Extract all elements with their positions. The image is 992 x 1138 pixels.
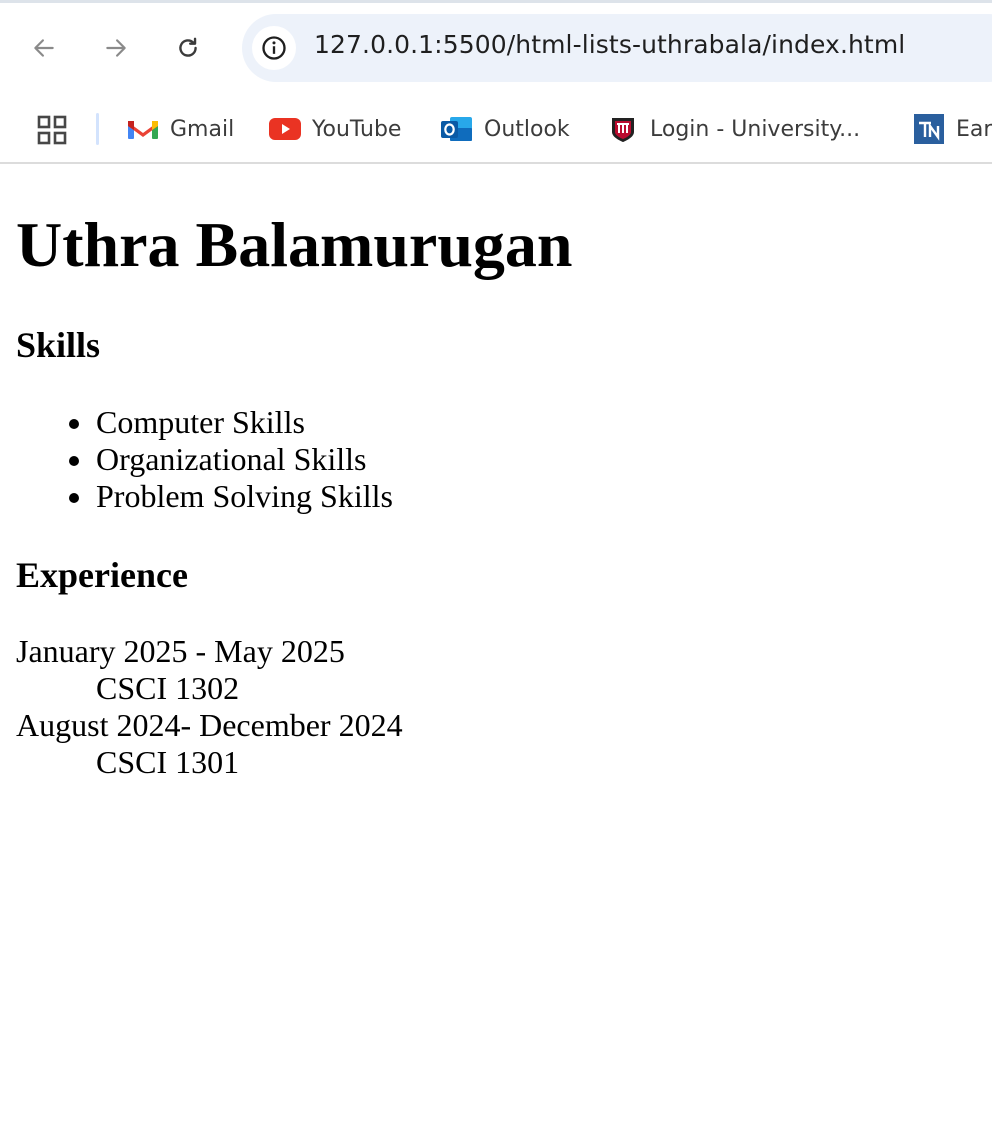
arrow-left-icon — [34, 39, 54, 57]
list-item: Computer Skills — [16, 404, 393, 441]
experience-description: CSCI 1301 — [96, 744, 240, 780]
bookmarks-bar: Gmail YouTube Outlook Login - University… — [0, 104, 992, 152]
bookmark-ear[interactable]: Ear — [912, 112, 992, 146]
apps-grid-icon[interactable] — [36, 114, 68, 146]
bookmark-label: YouTube — [312, 116, 402, 142]
browser-chrome: 127.0.0.1:5500/html-lists-uthrabala/inde… — [0, 0, 992, 164]
window-top-border — [0, 0, 992, 3]
gmail-icon — [126, 114, 160, 144]
bookmark-label: Ear — [956, 116, 992, 142]
toolbar-divider — [0, 162, 992, 164]
reload-button[interactable] — [168, 28, 208, 68]
bookmark-gmail[interactable]: Gmail — [126, 112, 234, 146]
bookmark-label: Gmail — [170, 116, 235, 142]
info-icon — [262, 36, 286, 60]
site-info-button[interactable] — [252, 26, 296, 70]
reload-icon — [179, 37, 197, 57]
arrow-right-icon — [106, 39, 126, 57]
back-button[interactable] — [24, 28, 64, 68]
experience-heading: Experience — [16, 555, 188, 595]
url-text[interactable]: 127.0.0.1:5500/html-lists-uthrabala/inde… — [314, 30, 905, 59]
bookmark-label: Login - University... — [650, 116, 861, 142]
page-title: Uthra Balamurugan — [16, 209, 573, 280]
experience-term: January 2025 - May 2025 — [16, 633, 345, 669]
experience-term: August 2024- December 2024 — [16, 707, 403, 743]
skills-heading: Skills — [16, 325, 101, 365]
university-icon — [606, 114, 640, 144]
list-item: Organizational Skills — [16, 441, 393, 478]
bookmark-youtube[interactable]: YouTube — [268, 112, 401, 146]
outlook-icon — [440, 114, 474, 144]
forward-button[interactable] — [96, 28, 136, 68]
bookmark-icon — [912, 114, 946, 144]
bookmark-label: Outlook — [484, 116, 570, 142]
bookmarks-divider — [96, 113, 99, 145]
experience-description: CSCI 1302 — [96, 670, 240, 706]
bookmark-outlook[interactable]: Outlook — [440, 112, 570, 146]
skills-list: Computer Skills Organizational Skills Pr… — [16, 404, 393, 515]
experience-list: January 2025 - May 2025 CSCI 1302 August… — [16, 633, 403, 781]
list-item: Problem Solving Skills — [16, 478, 393, 515]
youtube-icon — [268, 114, 302, 144]
bookmark-university-login[interactable]: Login - University... — [606, 112, 860, 146]
